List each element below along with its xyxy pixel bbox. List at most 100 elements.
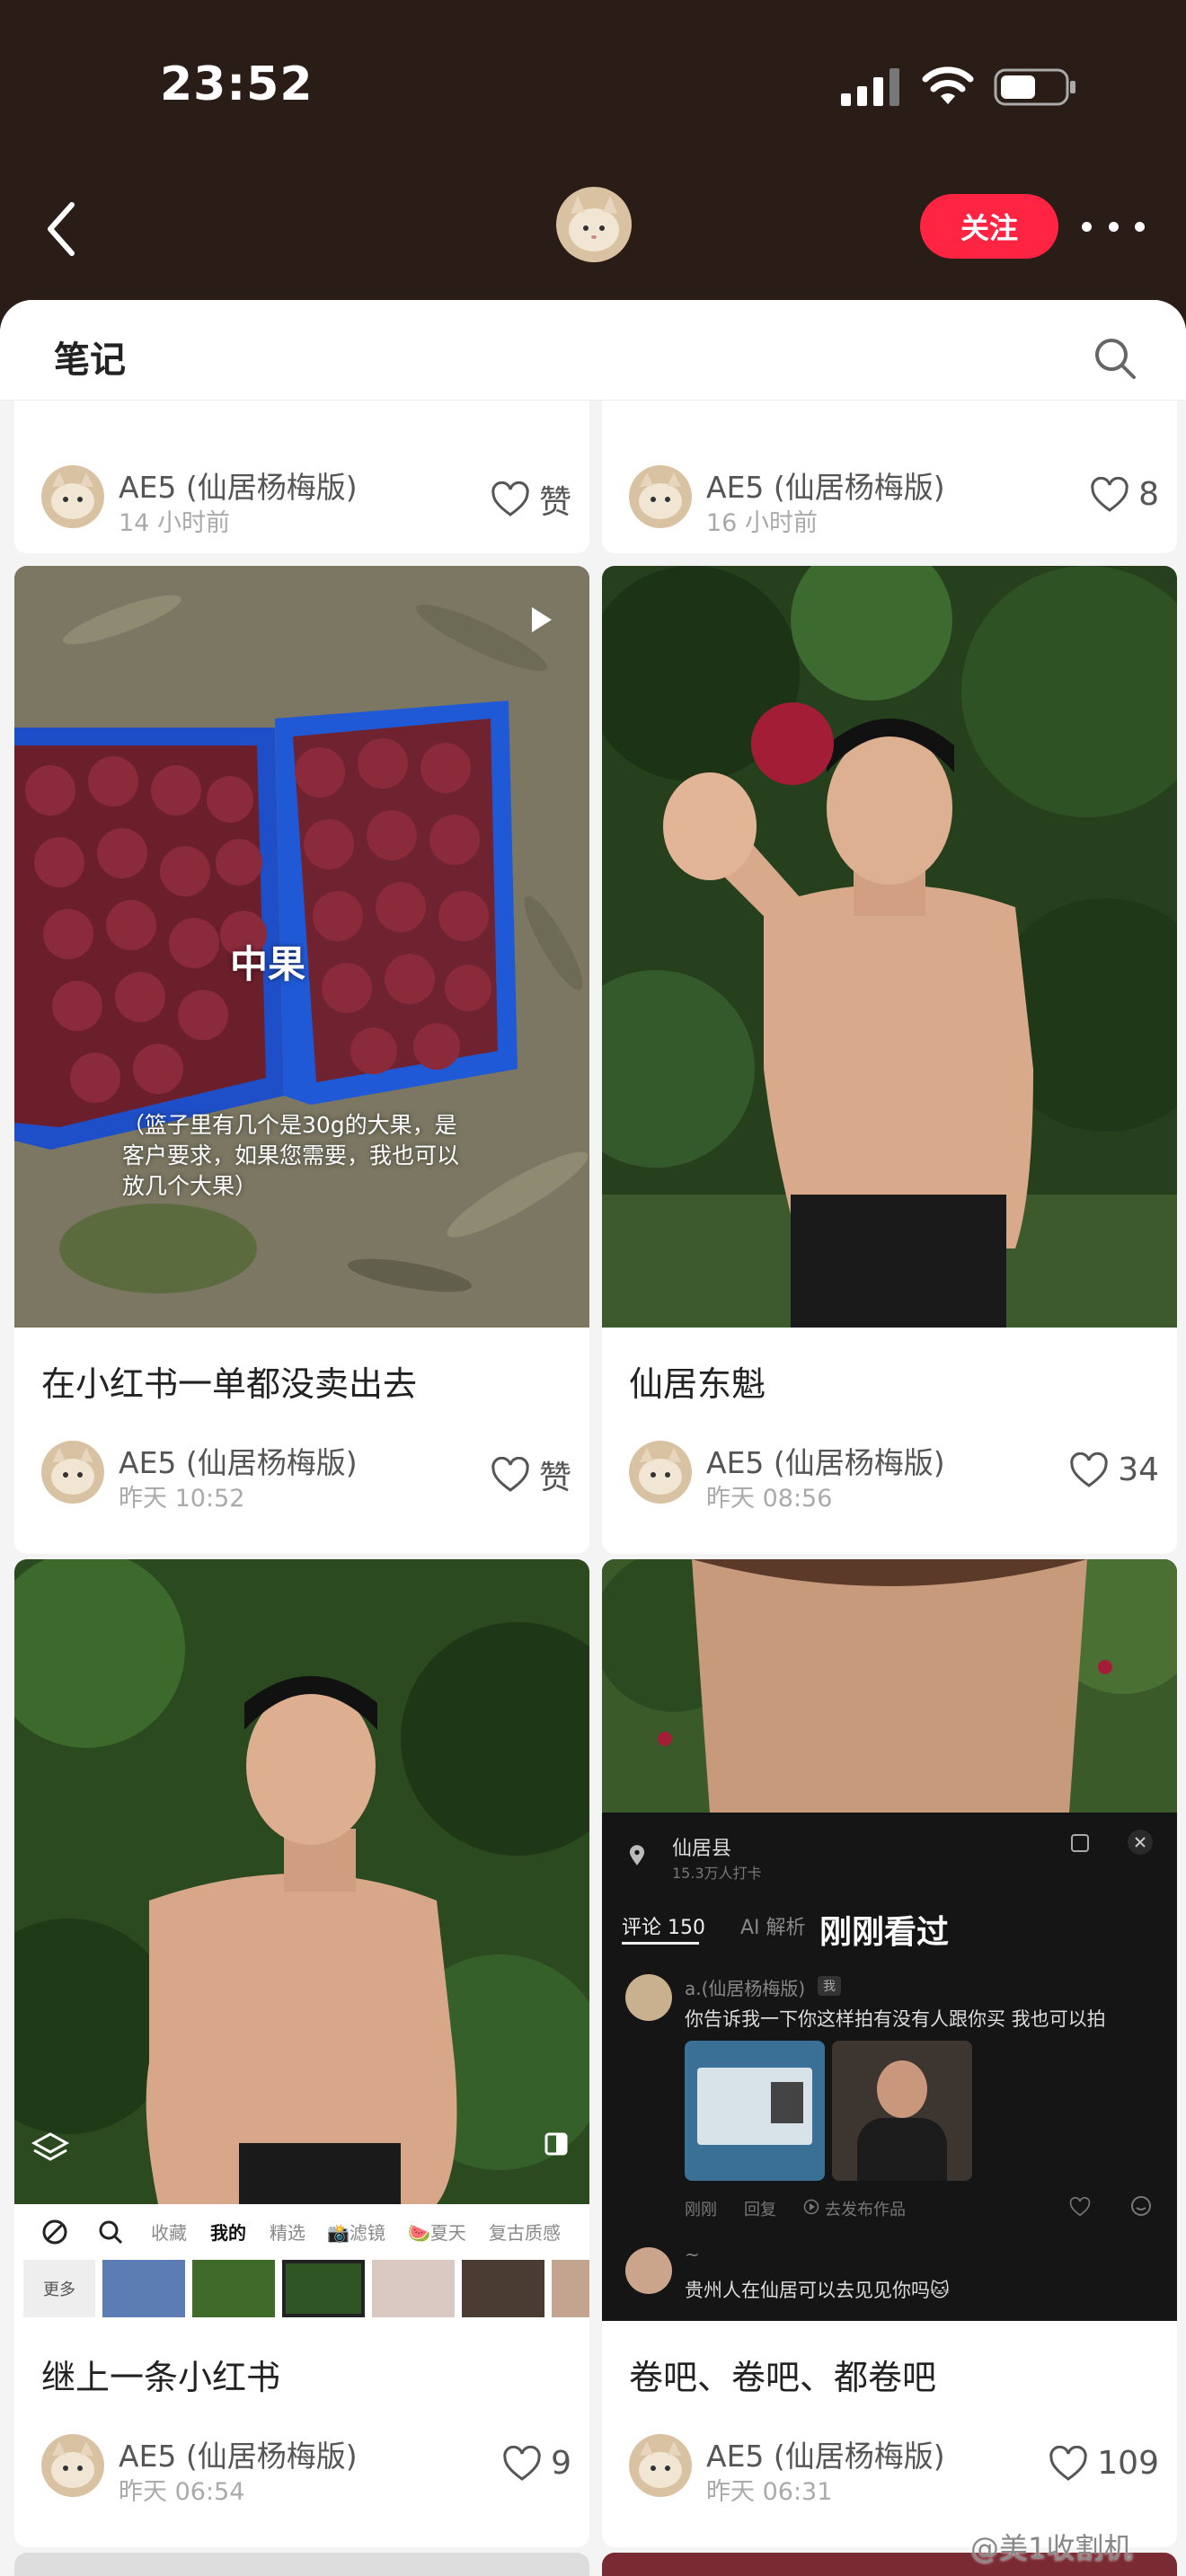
- author-avatar[interactable]: [41, 2434, 104, 2497]
- author-name: AE5 (仙居杨梅版): [119, 470, 358, 505]
- comment-user: ~: [685, 2244, 700, 2265]
- author-avatar[interactable]: [556, 187, 632, 262]
- sheet-header: 笔记: [0, 300, 1186, 401]
- like-count: 赞: [538, 484, 571, 521]
- like-button[interactable]: 8: [1090, 476, 1159, 513]
- like-count: 9: [551, 2445, 571, 2482]
- filter-thumb[interactable]: [102, 2260, 185, 2317]
- editor-tab[interactable]: 我的: [210, 2219, 246, 2245]
- tab-underline: [622, 1942, 699, 1945]
- editor-tab[interactable]: 🍉夏天: [408, 2219, 466, 2245]
- location-pin-icon: [629, 1845, 645, 1866]
- comment-image[interactable]: [685, 2041, 825, 2181]
- like-count: 34: [1118, 1451, 1159, 1488]
- editor-tab[interactable]: 📸滤镜: [327, 2219, 385, 2245]
- sheet-title: 笔记: [54, 340, 126, 381]
- note-meta: AE5 (仙居杨梅版) 昨天 06:31 109: [629, 2432, 1159, 2506]
- editor-tab[interactable]: 收藏: [151, 2219, 187, 2245]
- note-meta: AE5 (仙居杨梅版) 16 小时前 8: [629, 463, 1159, 537]
- note-title: 仙居东魁: [629, 1364, 766, 1404]
- comment-image[interactable]: [832, 2041, 972, 2181]
- commenter-avatar[interactable]: [625, 2247, 672, 2294]
- heart-icon: [491, 1457, 529, 1492]
- more-icon[interactable]: [1082, 216, 1145, 237]
- heart-icon: [503, 2445, 541, 2481]
- note-card[interactable]: [14, 2553, 589, 2576]
- author-name: AE5 (仙居杨梅版): [706, 1445, 945, 1480]
- filter-thumb[interactable]: [552, 2260, 589, 2317]
- like-button[interactable]: 109: [1049, 2445, 1159, 2482]
- note-meta: AE5 (仙居杨梅版) 昨天 08:56 34: [629, 1439, 1159, 1513]
- prohibited-icon[interactable]: [41, 2219, 68, 2245]
- comment-reply[interactable]: 回复: [744, 2197, 776, 2220]
- heart-icon: [1070, 1451, 1108, 1487]
- author-name: AE5 (仙居杨梅版): [706, 2439, 945, 2474]
- heart-icon: [1049, 2445, 1087, 2481]
- comment-badge: 我: [818, 1976, 841, 1996]
- note-card[interactable]: 仙居县 15.3万人打卡 评论 150 AI 解析 刚刚看过 a.(仙居杨梅版)…: [602, 1559, 1177, 2547]
- comment-user: a.(仙居杨梅版): [685, 1978, 806, 1999]
- editor-tab[interactable]: 复古质感: [489, 2219, 561, 2245]
- like-button[interactable]: 赞: [491, 1451, 571, 1498]
- filter-thumb-selected[interactable]: [282, 2260, 365, 2317]
- filter-more-label: 更多: [43, 2280, 75, 2299]
- note-time: 14 小时前: [119, 509, 230, 537]
- author-name: AE5 (仙居杨梅版): [119, 2439, 358, 2474]
- author-avatar[interactable]: [41, 465, 104, 528]
- like-count: 赞: [538, 1460, 571, 1496]
- filter-thumb[interactable]: [462, 2260, 544, 2317]
- note-time: 昨天 06:31: [706, 2478, 833, 2506]
- like-button[interactable]: 34: [1069, 1451, 1159, 1488]
- note-card[interactable]: 中果 （篮子里有几个是30g的大果，是客户要求，如果您需要，我也可以放几个大果）…: [14, 566, 589, 1554]
- close-icon[interactable]: [1127, 1829, 1154, 1856]
- man-photo: [602, 566, 1177, 1328]
- editor-toolbar: 收藏 我的 精选 📸滤镜 🍉夏天 复古质感 更多: [14, 2204, 589, 2321]
- top-bar: 23:52 关注: [0, 0, 1186, 301]
- note-cover-image: 仙居县 15.3万人打卡 评论 150 AI 解析 刚刚看过 a.(仙居杨梅版)…: [602, 1559, 1177, 2321]
- like-count: 8: [1138, 476, 1159, 513]
- play-circle-icon: [803, 2199, 819, 2215]
- notes-sheet: 笔记 AE5 (仙居杨梅版) 14 小时前 赞 AE5 (仙居杨梅版) 16 小…: [0, 300, 1186, 2576]
- torso-photo: [602, 1559, 1177, 1813]
- search-icon[interactable]: [97, 2219, 124, 2245]
- note-meta: AE5 (仙居杨梅版) 昨天 10:52 赞: [41, 1439, 571, 1513]
- author-avatar[interactable]: [41, 1441, 104, 1504]
- wifi-icon: [922, 66, 974, 104]
- filter-thumb[interactable]: [372, 2260, 455, 2317]
- note-time: 昨天 08:56: [706, 1485, 833, 1513]
- filter-more[interactable]: 更多: [23, 2260, 95, 2317]
- note-title: 在小红书一单都没卖出去: [41, 1364, 418, 1404]
- like-button[interactable]: 赞: [491, 476, 571, 523]
- cellular-signal-icon: [841, 68, 899, 106]
- tab-comments[interactable]: 评论 150: [622, 1911, 705, 1940]
- heart-icon[interactable]: [1069, 2197, 1091, 2217]
- commenter-avatar[interactable]: [625, 1974, 672, 2021]
- note-time: 昨天 10:52: [119, 1485, 245, 1513]
- editor-tab[interactable]: 精选: [270, 2219, 305, 2245]
- expand-icon[interactable]: [1069, 1832, 1091, 1854]
- comment-panel: 仙居县 15.3万人打卡 评论 150 AI 解析 刚刚看过 a.(仙居杨梅版)…: [602, 1813, 1177, 2321]
- note-title: 继上一条小红书: [41, 2358, 281, 2397]
- like-button[interactable]: 9: [502, 2445, 571, 2482]
- tab-ai[interactable]: AI 解析: [740, 1911, 806, 1940]
- note-cover-image: [602, 566, 1177, 1328]
- follow-button[interactable]: 关注: [920, 194, 1058, 259]
- comment-text: 你告诉我一下你这样拍有没有人跟你买 我也可以拍: [685, 2008, 1106, 2030]
- note-card[interactable]: 收藏 我的 精选 📸滤镜 🍉夏天 复古质感 更多 继上一条小红书 AE5 (仙居…: [14, 1559, 589, 2547]
- note-time: 16 小时前: [706, 509, 818, 537]
- note-time: 昨天 06:54: [119, 2478, 245, 2506]
- author-avatar[interactable]: [629, 465, 692, 528]
- author-avatar[interactable]: [629, 1441, 692, 1504]
- search-icon[interactable]: [1093, 336, 1137, 381]
- author-avatar[interactable]: [629, 2434, 692, 2497]
- emoji-icon[interactable]: [1130, 2195, 1152, 2217]
- note-cover-image: 中果 （篮子里有几个是30g的大果，是客户要求，如果您需要，我也可以放几个大果）: [14, 566, 589, 1328]
- filter-thumb[interactable]: [192, 2260, 275, 2317]
- note-card[interactable]: 仙居东魁 AE5 (仙居杨梅版) 昨天 08:56 34: [602, 566, 1177, 1554]
- man-photo: [14, 1559, 589, 2204]
- like-count: 109: [1097, 2445, 1159, 2482]
- cover-overlay-main: 中果: [230, 942, 306, 986]
- back-icon[interactable]: [40, 198, 84, 260]
- watermark: @美1收割机: [970, 2531, 1133, 2565]
- heart-icon: [491, 481, 529, 516]
